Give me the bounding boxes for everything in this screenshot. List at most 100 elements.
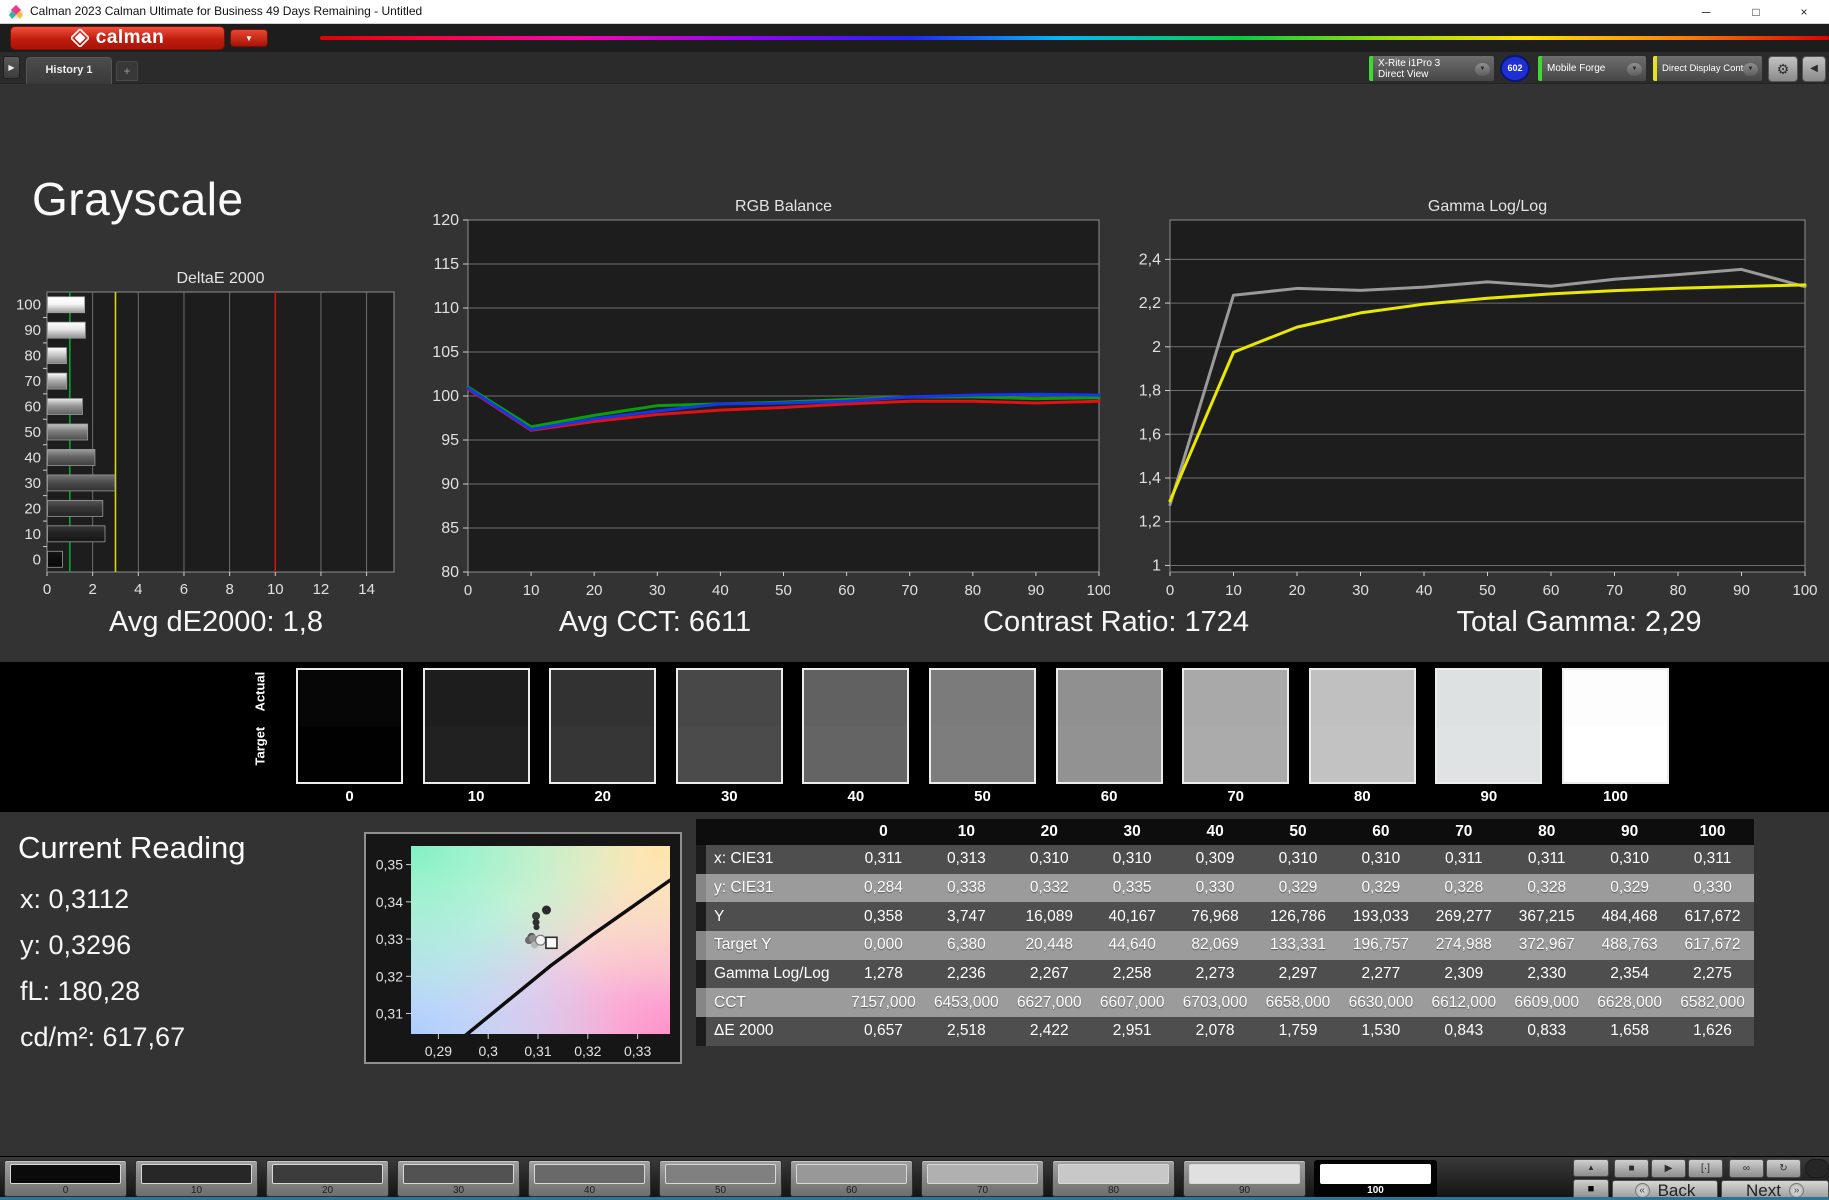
table-header-row: 0 10 20 30 40 50 60 70 80 90 100 — [696, 819, 1754, 845]
pattern-patch-80[interactable]: 80 — [1052, 1160, 1175, 1197]
calman-menu-button[interactable]: calman — [10, 26, 225, 50]
table-cell: 1,626 — [1693, 1022, 1732, 1040]
table-cell: 16,089 — [1025, 907, 1073, 925]
table-cell: 0,338 — [946, 879, 986, 897]
app-icon — [8, 4, 24, 20]
collapse-panel-button[interactable]: ◀ — [1802, 56, 1826, 82]
pattern-patch-70[interactable]: 70 — [921, 1160, 1044, 1197]
table-cell: 2,354 — [1610, 965, 1650, 983]
swatch-target — [677, 726, 781, 782]
table-row: Target Y 0,000 6,380 20,448 44,640 82,069 133,… — [696, 931, 1754, 960]
tab-scroll-button[interactable]: ▶ — [3, 56, 20, 79]
svg-text:70: 70 — [901, 582, 918, 599]
table-column-header: 50 — [1289, 823, 1307, 840]
table-cell: 193,033 — [1352, 907, 1409, 925]
svg-text:80: 80 — [964, 582, 981, 599]
table-cell: 6607,000 — [1099, 993, 1165, 1011]
reading-y: y: 0,3296 — [20, 930, 132, 960]
tab-history-1[interactable]: History 1 — [26, 57, 112, 84]
pattern-patch-40[interactable]: 40 — [528, 1160, 651, 1197]
svg-text:70: 70 — [24, 373, 41, 390]
table-column-header: 30 — [1123, 823, 1141, 840]
svg-text:60: 60 — [838, 582, 855, 599]
svg-text:50: 50 — [24, 424, 41, 441]
pattern-bar: 0 10 20 30 40 50 60 70 80 90 100 ▲ ■ ■ ▶ [·] ∞ ↻ « Bac… — [0, 1156, 1829, 1200]
patch-label: 60 — [845, 1185, 858, 1196]
display-control-dropdown[interactable]: Direct Display Control ▼ — [1652, 55, 1763, 82]
swatch-actual — [1437, 670, 1541, 726]
svg-text:50: 50 — [775, 582, 792, 599]
table-column-header: 10 — [957, 823, 975, 840]
table-column-header: 20 — [1040, 823, 1058, 840]
svg-text:100: 100 — [432, 388, 459, 405]
table-cell: 2,078 — [1195, 1022, 1235, 1040]
table-row: CCT 7157,000 6453,000 6627,000 6607,000 6703,… — [696, 988, 1754, 1018]
step-button[interactable]: [·] — [1688, 1159, 1723, 1178]
play-button[interactable]: ▶ — [1651, 1159, 1686, 1178]
swatch-actual — [298, 670, 401, 726]
svg-text:95: 95 — [441, 432, 459, 449]
loop-button[interactable]: ∞ — [1729, 1159, 1764, 1178]
pattern-patch-30[interactable]: 30 — [397, 1160, 520, 1197]
deltae-chart-title: DeltaE 2000 — [176, 270, 265, 287]
swatch-target — [1437, 726, 1541, 782]
pattern-patch-100[interactable]: 100 — [1314, 1160, 1437, 1197]
table-cell: 367,215 — [1518, 907, 1575, 925]
pattern-window-button[interactable]: ■ — [1573, 1179, 1609, 1199]
pattern-patch-0[interactable]: 0 — [4, 1160, 127, 1197]
svg-text:14: 14 — [358, 581, 375, 598]
table-row-label: CCT — [714, 993, 746, 1011]
target-row-label: Target — [252, 726, 268, 766]
patch-swatch — [796, 1164, 907, 1184]
swatch-label: 90 — [1480, 788, 1498, 805]
svg-text:0: 0 — [33, 551, 41, 568]
table-cell: 2,951 — [1112, 1022, 1152, 1040]
svg-text:70: 70 — [1606, 582, 1623, 599]
deltae-chart: DeltaE 2000 100 90 80 70 60 50 40 30 20 10 0 0 2 4 6 8 1… — [10, 270, 410, 605]
pattern-patch-90[interactable]: 90 — [1183, 1160, 1306, 1197]
svg-text:60: 60 — [24, 399, 41, 416]
pattern-patch-10[interactable]: 10 — [135, 1160, 258, 1197]
swatch-level-90 — [1435, 668, 1543, 784]
table-cell: 2,518 — [946, 1022, 986, 1040]
pattern-window-up-button[interactable]: ▲ — [1573, 1159, 1609, 1177]
svg-text:0,34: 0,34 — [376, 894, 403, 910]
swatch-actual — [677, 670, 781, 726]
svg-text:105: 105 — [432, 344, 459, 361]
pattern-patch-60[interactable]: 60 — [790, 1160, 913, 1197]
close-button[interactable]: × — [1781, 0, 1827, 24]
table-cell: 6628,000 — [1597, 993, 1662, 1011]
pattern-patch-20[interactable]: 20 — [266, 1160, 389, 1197]
table-cell: 133,331 — [1269, 936, 1326, 954]
swatch-actual — [551, 670, 655, 726]
table-cell: 6609,000 — [1514, 993, 1580, 1011]
table-cell: 6627,000 — [1016, 993, 1082, 1011]
svg-text:8: 8 — [225, 581, 233, 598]
reading-fL: fL: 180,28 — [20, 976, 141, 1006]
calman-menu-arrow[interactable]: ▼ — [230, 29, 268, 47]
svg-text:20: 20 — [1289, 582, 1306, 599]
add-tab-button[interactable]: + — [116, 61, 138, 81]
reading-x: x: 0,3112 — [20, 884, 130, 914]
source-dropdown[interactable]: Mobile Forge ▼ — [1537, 55, 1647, 82]
table-cell: 0,309 — [1195, 850, 1235, 868]
table-cell: 20,448 — [1025, 936, 1073, 954]
swatch-level-80 — [1308, 668, 1416, 784]
patch-label: 20 — [321, 1185, 334, 1196]
display-status-bar — [1653, 56, 1657, 81]
svg-text:10: 10 — [1225, 582, 1242, 599]
table-cell: 269,277 — [1435, 907, 1492, 925]
patch-swatch — [1320, 1164, 1431, 1184]
svg-text:12: 12 — [313, 581, 330, 598]
stop-button[interactable]: ■ — [1614, 1159, 1649, 1178]
table-cell: 2,273 — [1195, 965, 1235, 983]
svg-text:0,33: 0,33 — [376, 931, 403, 947]
settings-gear-button[interactable]: ⚙ — [1768, 56, 1798, 82]
minimize-button[interactable]: ─ — [1683, 0, 1729, 24]
pattern-patch-50[interactable]: 50 — [659, 1160, 782, 1197]
svg-text:20: 20 — [586, 582, 603, 599]
cie-chart-panel: 0,31 0,32 0,33 0,34 0,35 0,29 0,3 0,31 0,32 0,33 — [364, 832, 682, 1064]
refresh-button[interactable]: ↻ — [1766, 1159, 1801, 1178]
meter-dropdown[interactable]: X-Rite i1Pro 3 Direct View ▼ — [1368, 55, 1495, 82]
maximize-button[interactable]: □ — [1733, 0, 1779, 24]
